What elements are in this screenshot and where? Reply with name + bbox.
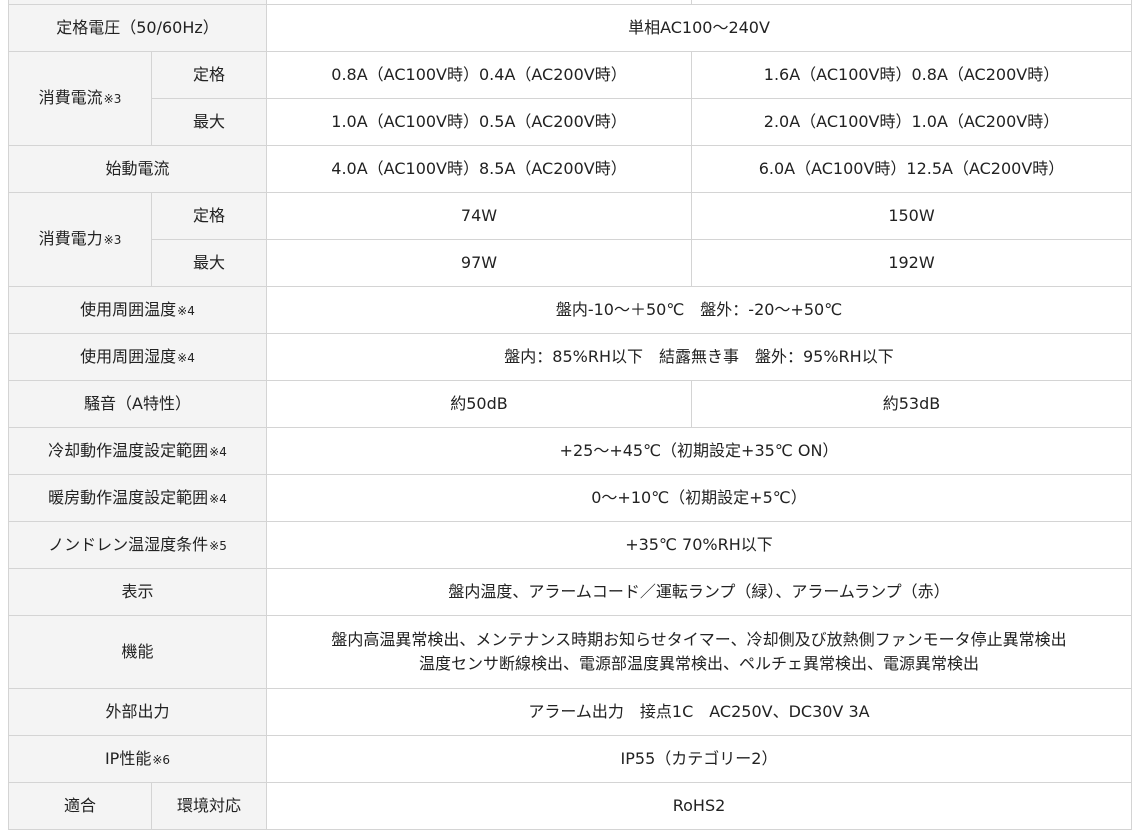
cell-display-value: 盤内温度、アラームコード／運転ランプ（緑）、アラームランプ（赤） [266, 568, 1132, 616]
spec-table-wrapper: 定格電圧（50/60Hz） 単相AC100～240V 消費電流※3 定格 0.8… [8, 0, 1132, 830]
table-row-voltage: 定格電圧（50/60Hz） 単相AC100～240V [8, 4, 1132, 52]
cell-power-max-a: 97W [266, 239, 692, 287]
cell-nondrain-value: +35℃ 70%RH以下 [266, 521, 1132, 569]
table-row-heating-range: 暖房動作温度設定範囲※4 0～+10℃（初期設定+5℃） [8, 474, 1132, 522]
footnote-mark: ※4 [209, 444, 227, 459]
sub-header-power-rated: 定格 [151, 192, 267, 240]
row-header-voltage: 定格電圧（50/60Hz） [8, 4, 267, 52]
table-row-ip: IP性能※6 IP55（カテゴリー2） [8, 735, 1132, 783]
row-header-compliance: 適合 [8, 782, 152, 830]
table-row-inrush: 始動電流 4.0A（AC100V時）8.5A（AC200V時） 6.0A（AC1… [8, 145, 1132, 193]
function-line-1: 盤内高温異常検出、メンテナンス時期お知らせタイマー、冷却側及び放熱側ファンモータ… [331, 630, 1067, 649]
row-header-output: 外部出力 [8, 688, 267, 736]
sub-header-power-max: 最大 [151, 239, 267, 287]
row-header-ip: IP性能※6 [8, 735, 267, 783]
cell-heating-range-value: 0～+10℃（初期設定+5℃） [266, 474, 1132, 522]
row-header-power: 消費電力※3 [8, 192, 152, 287]
footnote-mark: ※6 [152, 752, 171, 767]
function-line-2: 温度センサ断線検出、電源部温度異常検出、ペルチェ異常検出、電源異常検出 [418, 654, 979, 673]
row-header-humidity: 使用周囲湿度※4 [8, 333, 267, 381]
row-header-temperature-label: 使用周囲温度 [80, 299, 177, 319]
footnote-mark: ※3 [103, 92, 122, 106]
cell-power-max-b: 192W [691, 239, 1132, 287]
table-row-humidity: 使用周囲湿度※4 盤内：85%RH以下 結露無き事 盤外：95%RH以下 [8, 333, 1132, 381]
cell-power-rated-b: 150W [691, 192, 1132, 240]
cell-current-rated-b: 1.6A（AC100V時）0.8A（AC200V時） [691, 51, 1132, 99]
cell-noise-a: 約50dB [266, 380, 692, 428]
table-row-noise: 騒音（A特性） 約50dB 約53dB [8, 380, 1132, 428]
row-header-cooling-range: 冷却動作温度設定範囲※4 [8, 427, 267, 475]
cell-inrush-a: 4.0A（AC100V時）8.5A（AC200V時） [266, 145, 692, 193]
cell-voltage-value: 単相AC100～240V [266, 4, 1132, 52]
row-header-cooling-label: 冷却動作温度設定範囲 [48, 440, 209, 460]
sub-header-compliance-env: 環境対応 [151, 782, 267, 830]
table-row-current-max: 最大 1.0A（AC100V時）0.5A（AC200V時） 2.0A（AC100… [9, 98, 1132, 146]
table-row-compliance: 適合 環境対応 RoHS2 [8, 782, 1132, 830]
row-header-nondrain-label: ノンドレン温湿度条件 [48, 534, 209, 554]
table-row-display: 表示 盤内温度、アラームコード／運転ランプ（緑）、アラームランプ（赤） [8, 568, 1132, 616]
sub-header-current-max: 最大 [151, 98, 267, 146]
cell-current-rated-a: 0.8A（AC100V時）0.4A（AC200V時） [266, 51, 692, 99]
footnote-mark: ※4 [209, 491, 227, 506]
cell-current-max-a: 1.0A（AC100V時）0.5A（AC200V時） [266, 98, 692, 146]
cell-humidity-value: 盤内：85%RH以下 結露無き事 盤外：95%RH以下 [266, 333, 1132, 381]
cell-noise-b: 約53dB [691, 380, 1132, 428]
cell-inrush-b: 6.0A（AC100V時）12.5A（AC200V時） [691, 145, 1132, 193]
row-header-noise: 騒音（A特性） [8, 380, 267, 428]
footnote-mark: ※5 [209, 538, 227, 553]
row-header-inrush: 始動電流 [8, 145, 267, 193]
table-row-function: 機能 盤内高温異常検出、メンテナンス時期お知らせタイマー、冷却側及び放熱側ファン… [8, 615, 1132, 689]
table-row-power-rated: 消費電力※3 定格 74W 150W [8, 192, 1132, 287]
row-header-current: 消費電流※3 [8, 51, 152, 146]
footnote-mark: ※3 [103, 233, 122, 247]
table-row-nondrain: ノンドレン温湿度条件※5 +35℃ 70%RH以下 [8, 521, 1132, 569]
sub-header-current-rated: 定格 [151, 51, 267, 99]
row-header-nondrain: ノンドレン温湿度条件※5 [8, 521, 267, 569]
row-header-humidity-label: 使用周囲湿度 [80, 346, 177, 366]
row-header-display: 表示 [8, 568, 267, 616]
row-header-power-label: 消費電力 [38, 229, 103, 248]
cell-compliance-value: RoHS2 [266, 782, 1132, 830]
cell-power-rated-a: 74W [266, 192, 692, 240]
table-row-cooling-range: 冷却動作温度設定範囲※4 +25～+45℃（初期設定+35℃ ON） [8, 427, 1132, 475]
cell-output-value: アラーム出力 接点1C AC250V、DC30V 3A [266, 688, 1132, 736]
footnote-mark: ※4 [177, 350, 195, 365]
table-row-temperature: 使用周囲温度※4 盤内-10～＋50℃ 盤外：-20～+50℃ [8, 286, 1132, 334]
footnote-mark: ※4 [177, 303, 195, 318]
cell-ip-value: IP55（カテゴリー2） [266, 735, 1132, 783]
cell-temperature-value: 盤内-10～＋50℃ 盤外：-20～+50℃ [266, 286, 1132, 334]
spec-table: 定格電圧（50/60Hz） 単相AC100～240V 消費電流※3 定格 0.8… [8, 0, 1132, 830]
table-row-current-rated: 消費電流※3 定格 0.8A（AC100V時）0.4A（AC200V時） 1.6… [8, 51, 1132, 146]
cell-current-max-b: 2.0A（AC100V時）1.0A（AC200V時） [691, 98, 1132, 146]
row-header-ip-label: IP性能 [104, 748, 152, 768]
row-header-temperature: 使用周囲温度※4 [8, 286, 267, 334]
row-header-heating-range: 暖房動作温度設定範囲※4 [8, 474, 267, 522]
cell-cooling-range-value: +25～+45℃（初期設定+35℃ ON） [266, 427, 1132, 475]
row-header-heating-label: 暖房動作温度設定範囲 [48, 487, 209, 507]
cell-function-value: 盤内高温異常検出、メンテナンス時期お知らせタイマー、冷却側及び放熱側ファンモータ… [266, 615, 1132, 689]
table-row-power-max: 最大 97W 192W [9, 239, 1132, 287]
row-header-function: 機能 [8, 615, 267, 689]
row-header-current-label: 消費電流 [38, 88, 103, 107]
table-row-output: 外部出力 アラーム出力 接点1C AC250V、DC30V 3A [8, 688, 1132, 736]
